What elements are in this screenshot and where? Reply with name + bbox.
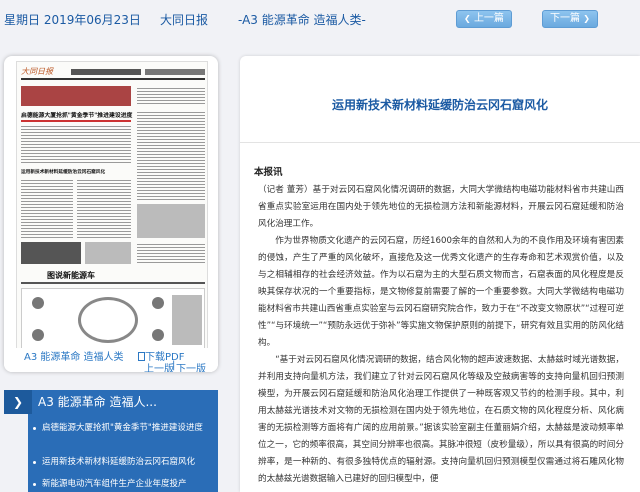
article-paragraph: 作为世界物质文化遗产的云冈石窟，历经1600余年的自然和人为的不良作用及环境有害… xyxy=(258,236,625,348)
page-label: A3 能源革命 造福人类 xyxy=(24,352,124,363)
text-column xyxy=(137,110,205,200)
next-article-label: 下一篇 xyxy=(550,13,581,24)
infographic-ring xyxy=(78,297,138,343)
issue-date: 星期日 2019年06月23日 xyxy=(4,13,141,27)
masthead-bar-2 xyxy=(145,69,205,75)
section-header[interactable]: ❯ A3 能源革命 造福人... xyxy=(4,390,218,414)
infographic-dot xyxy=(32,329,44,341)
section-article-list: 启德能源大厦抢抓"黄金季节"推进建设进度 运用新技术新材料延缓防治云冈石窟风化 … xyxy=(28,414,218,492)
infographic-photo xyxy=(172,295,202,345)
text-column xyxy=(21,124,131,164)
article-title: 运用新技术新材料延缓防治云冈石窟风化 xyxy=(331,98,548,112)
headline-rule xyxy=(21,120,131,122)
section-rule xyxy=(21,282,205,284)
thumb-headline-1: 启德能源大厦抢抓"黄金季节"推进建设进度 xyxy=(21,111,133,119)
chevron-right-icon: ❯ xyxy=(583,14,590,23)
chevron-left-icon: ❮ xyxy=(464,14,471,23)
infographic-dot xyxy=(32,297,44,309)
text-column xyxy=(21,178,73,238)
photo xyxy=(137,204,205,238)
masthead-bar xyxy=(71,69,141,75)
text-column xyxy=(137,242,205,264)
photo xyxy=(85,242,131,264)
masthead: 大同日报 xyxy=(21,66,205,80)
masthead-logo: 大同日报 xyxy=(21,67,53,76)
newspaper-name: 大同日报 xyxy=(160,13,209,27)
next-article-button[interactable]: 下一篇 ❯ xyxy=(542,10,598,28)
infographic xyxy=(21,288,205,350)
section-article-item[interactable]: 新能源电动汽车组件生产企业年度投产 xyxy=(28,478,218,490)
article-paragraph: “基于对云冈石窟风化情况调研的数据，结合风化物的超声波速数据、太赫兹时域光谱数据… xyxy=(258,355,624,484)
prev-article-button[interactable]: ❮ 上一篇 xyxy=(456,10,512,28)
infographic-dot xyxy=(152,297,164,309)
newspaper-page-thumbnail[interactable]: 大同日报 启德能源大厦抢抓"黄金季节"推进建设进度 运用新技术新材料延缓防治云冈… xyxy=(16,61,208,372)
page-name: -A3 能源革命 造福人类- xyxy=(238,13,366,27)
section-article-item[interactable]: 运用新技术新材料延缓防治云冈石窟风化 xyxy=(28,456,218,468)
article-byline: 本报讯 xyxy=(254,167,283,178)
link-separator: | xyxy=(172,360,176,371)
text-column xyxy=(137,86,205,106)
next-page-link[interactable]: 下一版 xyxy=(176,360,206,372)
prev-page-link[interactable]: 上一版 xyxy=(144,360,174,372)
photo xyxy=(21,242,81,264)
header-bar: 星期日 2019年06月23日 大同日报 -A3 能源革命 造福人类- ❮ 上一… xyxy=(0,0,640,40)
article-paragraph: （记者 董芳）基于对云冈石窟风化情况调研的数据，大同大学微结构电磁功能材料省市共… xyxy=(258,185,624,229)
section-article-item[interactable]: 启德能源大厦抢抓"黄金季节"推进建设进度 xyxy=(28,422,218,434)
article-panel: 运用新技术新材料延缓防治云冈石窟风化 本报讯 （记者 董芳）基于对云冈石窟风化情… xyxy=(240,56,640,492)
article-body: （记者 董芳）基于对云冈石窟风化情况调研的数据，大同大学微结构电磁功能材料省市共… xyxy=(258,182,624,488)
page-thumbnail-card: 大同日报 启德能源大厦抢抓"黄金季节"推进建设进度 运用新技术新材料延缓防治云冈… xyxy=(4,56,218,372)
text-column xyxy=(77,178,131,238)
thumb-headline-3: 图说新能源车 xyxy=(47,271,95,280)
title-divider xyxy=(240,142,640,143)
prev-article-label: 上一篇 xyxy=(473,13,504,24)
thumb-headline-2: 运用新技术新材料延缓防治云冈石窟风化 xyxy=(21,169,106,175)
thumbnail-footer: A3 能源革命 造福人类 下载PDF 上一版 | 下一版 xyxy=(4,348,218,372)
section-title: A3 能源革命 造福人... xyxy=(38,395,157,409)
chevron-right-icon: ❯ xyxy=(4,390,32,414)
infographic-dot xyxy=(152,329,164,341)
banner-image xyxy=(21,86,131,106)
